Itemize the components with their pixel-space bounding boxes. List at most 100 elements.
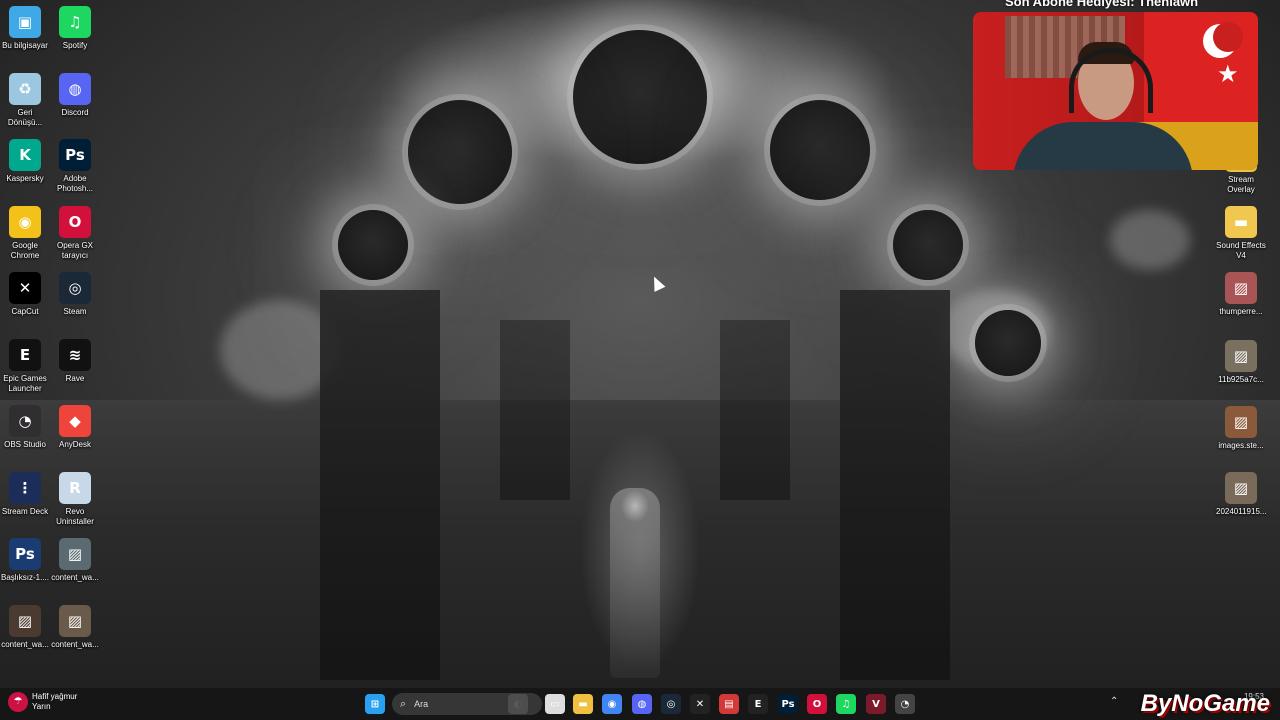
wallpaper-pillar (320, 290, 440, 680)
desktop-shortcut[interactable]: ◎ Steam (50, 272, 100, 317)
desktop-shortcut[interactable]: ▨ 2024011915... (1216, 472, 1267, 517)
desktop-shortcut-label: Sound Effects V4 (1216, 241, 1266, 260)
desktop-shortcut-label: content_wa... (1, 639, 49, 649)
wallpaper-pillar (720, 320, 790, 500)
taskbar-opera-gx-icon[interactable]: O (807, 694, 827, 714)
weather-title: Hafif yağmur (32, 692, 78, 701)
opera-gx-icon: O (59, 205, 91, 238)
channel-watermark: ByNoGame (1140, 690, 1270, 717)
desktop-shortcut[interactable]: ✕ CapCut (0, 272, 50, 317)
wallpaper-dark-sun (338, 210, 408, 280)
desktop-shortcut[interactable]: ◉ Google Chrome (0, 205, 50, 261)
desktop-shortcut-label: images.ste... (1218, 441, 1264, 450)
desktop-shortcut[interactable]: ◍ Discord (50, 72, 100, 118)
anydesk-icon: ◆ (59, 405, 91, 437)
tray-overflow-chevron-icon[interactable]: ⌃ (1110, 696, 1118, 707)
wallpaper-figure (610, 488, 660, 678)
desktop-shortcut-label: Discord (61, 107, 89, 117)
kaspersky-icon: K (9, 139, 41, 171)
desktop-shortcut[interactable]: R Revo Uninstaller (50, 471, 100, 527)
wallpaper-dark-sun (975, 310, 1041, 376)
computer-icon: ▣ (9, 6, 41, 38)
discord-icon: ◍ (59, 72, 91, 105)
taskbar-file-explorer-icon[interactable]: ▬ (573, 694, 593, 714)
taskbar-news-icon[interactable]: ▤ (719, 694, 739, 714)
taskbar-obs-icon[interactable]: ◔ (895, 694, 915, 714)
desktop-shortcut[interactable]: ▬ Sound Effects V4 (1216, 206, 1266, 261)
image-file-icon: ▨ (1225, 472, 1257, 504)
taskbar-vegas-icon[interactable]: V (866, 694, 886, 714)
taskbar-task-view-icon[interactable]: ▭ (545, 694, 565, 714)
desktop-shortcut[interactable]: Ps Adobe Photosh... (50, 139, 100, 194)
desktop-shortcut-label: CapCut (11, 307, 39, 316)
desktop-shortcut[interactable]: ◔ OBS Studio (0, 405, 50, 450)
desktop-shortcut-label: AnyDesk (58, 440, 91, 449)
desktop-shortcut[interactable]: ▨ 11b925a7c... (1216, 340, 1266, 385)
desktop-shortcut[interactable]: K Kaspersky (0, 139, 50, 184)
desktop-shortcut[interactable]: ▨ images.ste... (1216, 406, 1266, 451)
flag-crescent-cut (1213, 22, 1243, 52)
taskbar-photoshop-icon[interactable]: Ps (778, 694, 798, 714)
desktop-shortcut-label: Kaspersky (6, 174, 44, 183)
taskbar-capcut-icon[interactable]: ✕ (690, 694, 710, 714)
desktop-shortcut[interactable]: ▨ thumperre... (1216, 272, 1266, 317)
wallpaper-cloud (1110, 210, 1190, 270)
image-file-icon: ▨ (59, 604, 91, 637)
desktop-shortcut[interactable]: ▨ content_wa... (50, 538, 100, 583)
wallpaper-pillar (500, 320, 570, 500)
taskbar-spotify-icon[interactable]: ♫ (836, 694, 856, 714)
wallpaper-pillar (840, 290, 950, 680)
desktop-shortcut[interactable]: ≋ Rave (50, 338, 100, 384)
photoshop-icon: Ps (59, 139, 91, 171)
desktop-shortcut-label: OBS Studio (4, 440, 46, 449)
taskbar-discord-icon[interactable]: ◍ (632, 694, 652, 714)
spotify-icon: ♫ (59, 6, 91, 38)
webcam-overlay: ★ (973, 12, 1258, 170)
steam-icon: ◎ (59, 272, 91, 304)
desktop-shortcut[interactable]: ◆ AnyDesk (50, 405, 100, 450)
wallpaper-dark-sun (408, 100, 512, 204)
revo-uninstaller-icon: R (59, 471, 91, 504)
desktop-shortcut-label: Geri Dönüşü... (7, 107, 43, 127)
desktop-shortcut[interactable]: O Opera GX tarayıcı (50, 205, 100, 261)
image-file-icon: ▨ (9, 604, 41, 637)
desktop-shortcut-label: Bu bilgisayar (2, 41, 48, 50)
stream-deck-icon: ⋮ (9, 471, 41, 504)
weather-widget[interactable]: ☂ Hafif yağmur Yarın (8, 692, 77, 712)
desktop-shortcut-label: Adobe Photosh... (56, 174, 94, 193)
taskbar-search[interactable]: ⌕ Ara (392, 693, 542, 715)
taskbar-chrome-icon[interactable]: ◉ (602, 694, 622, 714)
weather-subtitle: Yarın (32, 702, 51, 711)
desktop-shortcut-label: 11b925a7c... (1218, 375, 1264, 384)
taskbar: ☂ Hafif yağmur Yarın ⊞◐▭▬◉◍◎✕▤EPsO♫V◔ ⌕ … (0, 688, 1280, 720)
desktop-shortcut-label: 2024011915... (1216, 507, 1267, 516)
wallpaper-dark-sun (770, 100, 870, 200)
taskbar-epic-games-icon[interactable]: E (748, 694, 768, 714)
desktop-shortcut[interactable]: ▣ Bu bilgisayar (0, 6, 50, 51)
search-icon: ⌕ (400, 697, 407, 710)
desktop-shortcut-label: Rave (65, 373, 85, 383)
weather-icon: ☂ (8, 692, 28, 712)
desktop-shortcut-label: content_wa... (51, 639, 99, 649)
taskbar-steam-icon[interactable]: ◎ (661, 694, 681, 714)
desktop-shortcut[interactable]: ⋮ Stream Deck (0, 471, 50, 517)
desktop-shortcut-label: Steam (63, 307, 87, 316)
desktop-shortcut[interactable]: ♫ Spotify (50, 6, 100, 51)
desktop-shortcut[interactable]: Ps Başlıksız-1.... (0, 538, 50, 583)
desktop-shortcut[interactable]: E Epic Games Launcher (0, 338, 50, 394)
image-file-icon: ▨ (59, 538, 91, 570)
capcut-icon: ✕ (9, 272, 41, 304)
folder-icon: ▬ (1225, 206, 1257, 238)
desktop-shortcut[interactable]: ▨ content_wa... (50, 604, 100, 650)
taskbar-windows-start-icon[interactable]: ⊞ (365, 694, 385, 714)
image-file-icon: ▨ (1225, 406, 1257, 438)
flag-star-icon: ★ (1217, 60, 1239, 88)
search-placeholder: Ara (414, 699, 429, 709)
desktop-shortcut-label: Başlıksız-1.... (0, 573, 49, 582)
desktop-shortcut-label: Revo Uninstaller (56, 506, 94, 526)
desktop-shortcut-label: Stream Deck (1, 506, 49, 516)
image-file-icon: ▨ (1225, 340, 1257, 372)
desktop-shortcut[interactable]: ♻ Geri Dönüşü... (0, 72, 50, 128)
wallpaper-dark-sun (573, 30, 707, 164)
desktop-shortcut[interactable]: ▨ content_wa... (0, 604, 50, 650)
